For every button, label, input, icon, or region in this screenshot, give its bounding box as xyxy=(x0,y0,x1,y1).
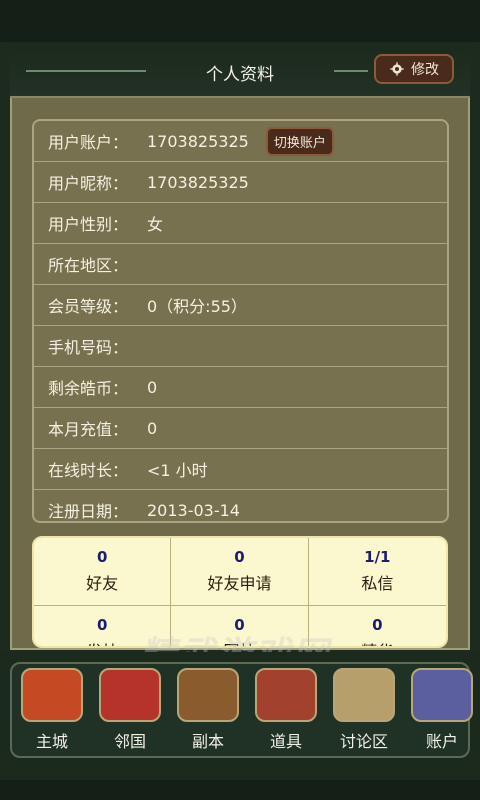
profile-label: 本月充值： xyxy=(48,420,129,439)
stat-count: 0 xyxy=(234,548,245,566)
profile-label: 会员等级： xyxy=(48,297,129,316)
tab-dungeon[interactable]: 副本 xyxy=(174,668,242,754)
profile-row-coins: 剩余皓币： 0 xyxy=(34,367,447,408)
avatar-icon xyxy=(411,668,473,722)
tab-items[interactable]: 道具 xyxy=(252,668,320,754)
stat-label: 好友 xyxy=(86,574,119,593)
stat-count: 0 xyxy=(96,548,108,566)
tab-forum[interactable]: 讨论区 xyxy=(330,668,398,754)
switch-account-button[interactable]: 切换账户 xyxy=(265,126,334,156)
edit-button[interactable]: 修改 xyxy=(374,54,454,84)
tab-label: 主城 xyxy=(35,732,68,751)
account-value: 1703825325 xyxy=(147,131,249,151)
profile-label: 注册日期： xyxy=(48,502,129,521)
stat-friend-requests[interactable]: 0 好友申请 xyxy=(171,538,309,606)
profile-label: 用户账户： xyxy=(48,133,129,152)
profile-value: 女 xyxy=(147,215,164,234)
profile-value: 0（积分:55） xyxy=(147,297,247,316)
gear-icon xyxy=(390,62,404,76)
tab-label: 道具 xyxy=(269,732,302,751)
bottom-tab-bar: 主城 邻国 副本 道具 讨论区 账户 xyxy=(0,652,480,800)
stat-friends[interactable]: 0 好友 xyxy=(34,538,172,606)
stat-label: 私信 xyxy=(361,574,394,593)
header-bar: 个人资料 修改 xyxy=(10,46,470,98)
tab-main-city[interactable]: 主城 xyxy=(18,668,86,754)
profile-row-recharge: 本月充值： 0 xyxy=(34,408,447,449)
profile-label: 用户性别： xyxy=(48,215,129,234)
profile-row-nickname: 用户昵称： 1703825325 xyxy=(34,162,447,203)
stat-count: 1/1 xyxy=(364,548,391,566)
profile-label: 在线时长： xyxy=(48,461,129,480)
profile-row-online: 在线时长： <1 小时 xyxy=(34,449,447,490)
profile-row-region: 所在地区： xyxy=(34,244,447,285)
shield-icon xyxy=(177,668,239,722)
stat-messages[interactable]: 1/1 私信 xyxy=(308,538,446,606)
profile-label: 手机号码： xyxy=(48,338,129,357)
palace-icon xyxy=(21,668,83,722)
tab-neighbor[interactable]: 邻国 xyxy=(96,668,164,754)
profile-value: 0 xyxy=(147,377,158,397)
edit-button-label: 修改 xyxy=(411,62,439,78)
profile-info-panel: 用户账户： 1703825325 切换账户 用户昵称： 1703825325 用… xyxy=(32,119,449,523)
flag-icon xyxy=(99,668,161,722)
tab-label: 副本 xyxy=(191,732,224,751)
profile-value: 1703825325 xyxy=(147,172,249,192)
profile-label: 用户昵称： xyxy=(48,174,129,193)
profile-label: 所在地区： xyxy=(48,256,129,275)
tab-label: 邻国 xyxy=(113,732,146,751)
profile-row-register: 注册日期： 2013-03-14 xyxy=(34,490,447,522)
screen-bottom xyxy=(0,780,480,800)
profile-label: 剩余皓币： xyxy=(48,379,129,398)
profile-row-gender: 用户性别： 女 xyxy=(34,203,447,244)
stat-label: 好友申请 xyxy=(207,574,272,593)
tab-label: 账户 xyxy=(425,732,458,751)
tab-label: 讨论区 xyxy=(339,732,388,751)
chest-icon xyxy=(255,668,317,722)
profile-value: 2013-03-14 xyxy=(147,500,240,520)
profile-value: <1 小时 xyxy=(147,461,208,480)
profile-value: 1703825325 切换账户 xyxy=(147,126,447,156)
profile-row-phone: 手机号码： xyxy=(34,326,447,367)
profile-row-level: 会员等级： 0（积分:55） xyxy=(34,285,447,326)
profile-row-account: 用户账户： 1703825325 切换账户 xyxy=(34,121,447,162)
board-icon xyxy=(333,668,395,722)
tab-account[interactable]: 账户 xyxy=(408,668,476,754)
profile-value: 0 xyxy=(147,418,158,438)
